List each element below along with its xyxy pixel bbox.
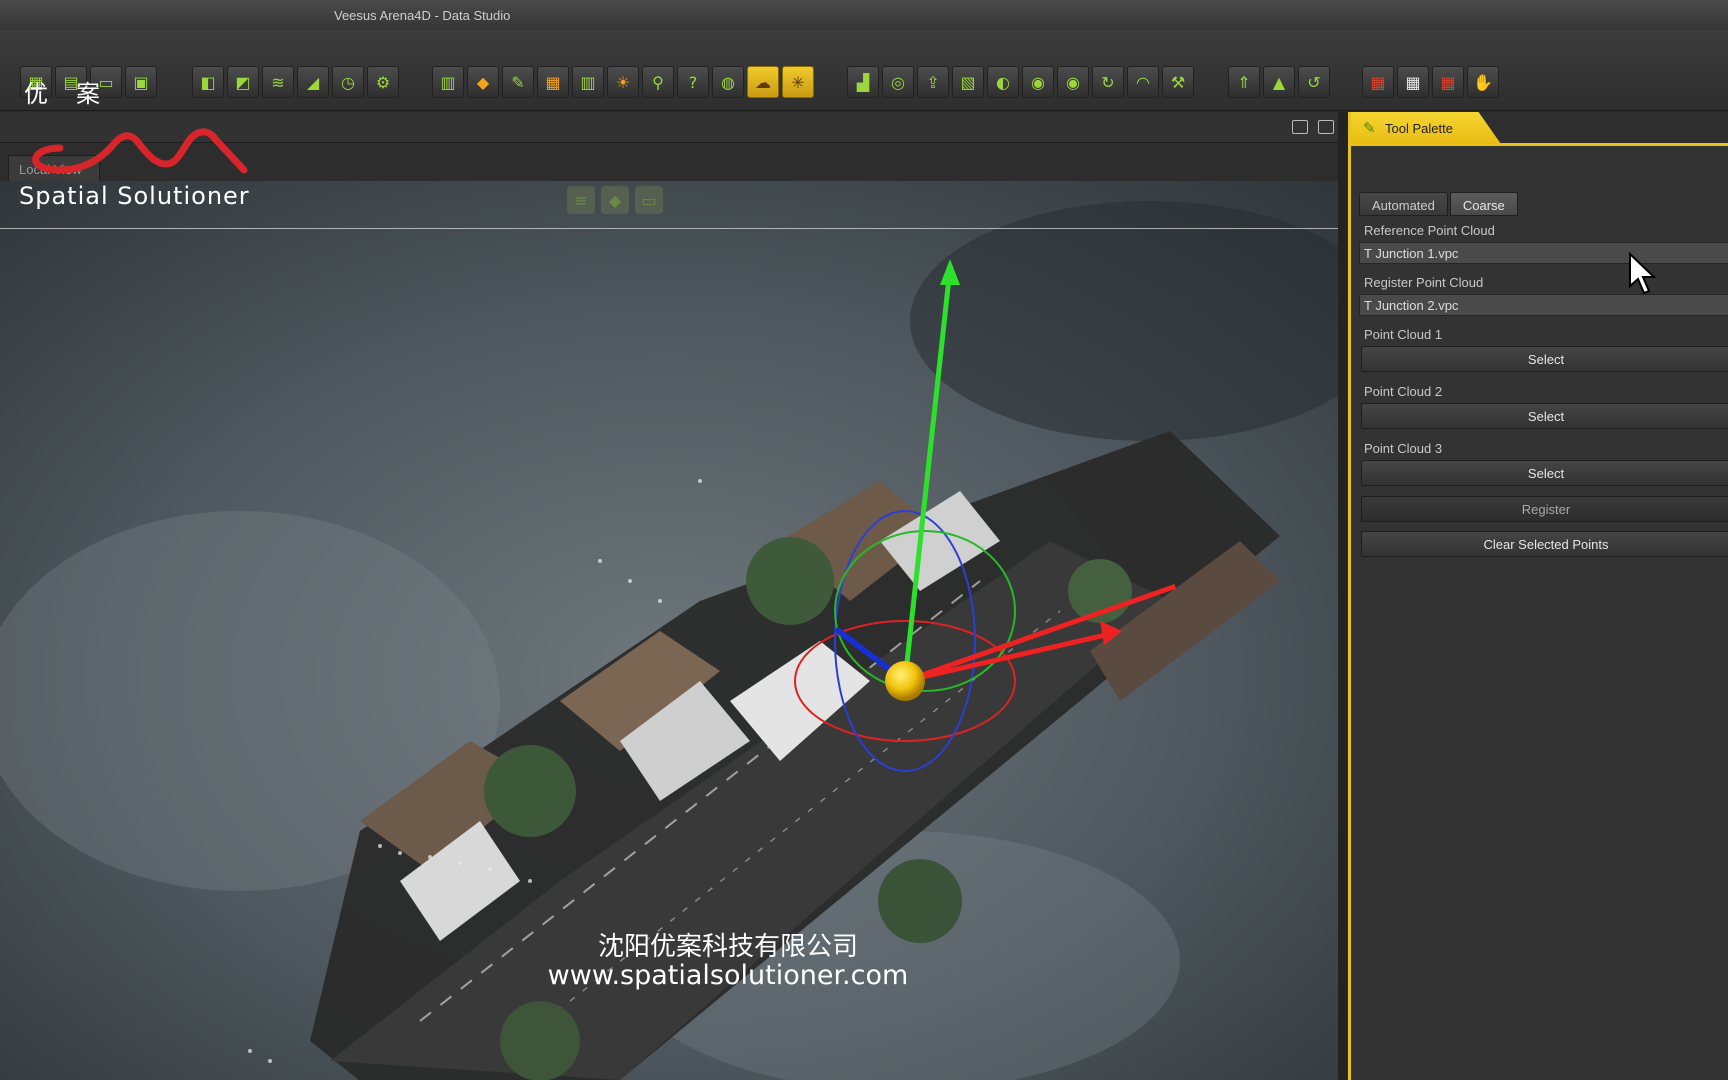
brush-icon[interactable]: ✎ xyxy=(502,66,534,98)
register-cloud-label: Register Point Cloud xyxy=(1364,275,1484,290)
clear-selected-points-button[interactable]: Clear Selected Points xyxy=(1361,531,1728,557)
reference-cloud-field[interactable]: T Junction 1.vpc xyxy=(1359,242,1728,264)
watermark-company-text: 沈阳优案科技有限公司 xyxy=(597,932,858,962)
point-cloud-3-select-button[interactable]: Select xyxy=(1361,460,1728,486)
viewport-divider xyxy=(0,228,1338,229)
tool-palette-label: Tool Palette xyxy=(1385,121,1453,136)
grid-icon[interactable]: ▦ xyxy=(537,66,569,98)
grid-red-icon[interactable]: ▦ xyxy=(1362,66,1394,98)
toolbar-group-tools: ▟ ◎ ⇪ ▧ ◐ ◉ ◉ ↻ ◠ ⚒ xyxy=(847,66,1194,98)
watermark-url-text: www.spatialsolutioner.com xyxy=(547,960,909,991)
publish-icon[interactable]: ▣ xyxy=(125,66,157,98)
point-cloud-2-select-button[interactable]: Select xyxy=(1361,403,1728,429)
point-cloud-1-label: Point Cloud 1 xyxy=(1364,327,1443,342)
up-icon[interactable]: ▲ xyxy=(1263,66,1295,98)
globe-icon[interactable]: ◍ xyxy=(712,66,744,98)
toolbar-group-grid: ▦ ▦ ▦ ✋ xyxy=(1362,66,1499,98)
reference-cloud-label: Reference Point Cloud xyxy=(1364,223,1495,238)
viewport-overlay-tools: ≡ ◆ ▭ xyxy=(567,186,663,214)
hand-icon[interactable]: ✋ xyxy=(1467,66,1499,98)
undo-icon[interactable]: ↺ xyxy=(1298,66,1330,98)
compass-icon[interactable]: ◐ xyxy=(987,66,1019,98)
tab-coarse[interactable]: Coarse xyxy=(1449,192,1518,216)
tab-automated[interactable]: Automated xyxy=(1359,192,1448,216)
main-toolbar: ▦ ▤ ▭ ▣ ◧ ◩ ≋ ◢ ◷ ⚙ ▥ ◆ ✎ ▦ ▥ ☀ ⚲? ◍ ☁ ✳ ▟ ◎ ⇪ ▧ ◐ ◉ ◉ ↻ ◠ ⚒ ⇑ ▲ ↺ ▦… xyxy=(0,30,1728,111)
mouse-cursor-icon xyxy=(1628,251,1657,301)
cloud-icon[interactable]: ☁ xyxy=(747,66,779,98)
printer-icon[interactable]: ▭ xyxy=(635,186,663,214)
target-icon[interactable]: ◎ xyxy=(882,66,914,98)
panel-splitter[interactable] xyxy=(1338,112,1348,1080)
sphere-icon[interactable]: ◉ xyxy=(1022,66,1054,98)
tool-palette-icon: ✎ xyxy=(1363,119,1376,137)
undock-icon[interactable] xyxy=(1292,120,1308,134)
rss-icon[interactable]: ◩ xyxy=(227,66,259,98)
toolbar-group-view: ▥ ◆ ✎ ▦ ▥ ☀ ⚲? ◍ ☁ ✳ xyxy=(432,66,814,98)
maximize-icon[interactable] xyxy=(1318,120,1334,134)
mesh-icon[interactable]: ▧ xyxy=(952,66,984,98)
database-icon[interactable]: ≡ xyxy=(567,186,595,214)
register-cloud-field[interactable]: T Junction 2.vpc xyxy=(1359,294,1728,316)
upload-icon[interactable]: ⇪ xyxy=(917,66,949,98)
registration-subtabs: Automated Coarse xyxy=(1359,192,1518,216)
point-cloud-2-label: Point Cloud 2 xyxy=(1364,384,1443,399)
logo-chinese: 优案 xyxy=(24,80,128,108)
toolbar-group-data: ◧ ◩ ≋ ◢ ◷ ⚙ xyxy=(192,66,399,98)
point-cloud-1-select-button[interactable]: Select xyxy=(1361,346,1728,372)
tool-palette-panel: ✎ Tool Palette Automated Coarse Referenc… xyxy=(1348,112,1728,1080)
sun-icon[interactable]: ☀ xyxy=(607,66,639,98)
map-icon[interactable]: ◧ xyxy=(192,66,224,98)
tools-icon[interactable]: ⚒ xyxy=(1162,66,1194,98)
toolbar-group-navigation: ⇑ ▲ ↺ xyxy=(1228,66,1330,98)
title-bar: Veesus Arena4D - Data Studio xyxy=(0,0,1728,31)
tab-tool-palette[interactable]: ✎ Tool Palette xyxy=(1351,112,1501,144)
up-arrow-icon[interactable]: ⇑ xyxy=(1228,66,1260,98)
help-icon[interactable]: ? xyxy=(677,66,709,98)
window-title: Veesus Arena4D - Data Studio xyxy=(334,8,511,23)
sliders-icon[interactable]: ▥ xyxy=(572,66,604,98)
clock-icon[interactable]: ◷ xyxy=(332,66,364,98)
headset-icon[interactable]: ◠ xyxy=(1127,66,1159,98)
blocks-icon[interactable]: ▟ xyxy=(847,66,879,98)
eye-icon[interactable]: ◉ xyxy=(1057,66,1089,98)
grid-white-icon[interactable]: ▦ xyxy=(1397,66,1429,98)
grid-select-icon[interactable]: ▦ xyxy=(1432,66,1464,98)
zoom-icon[interactable]: ⚲ xyxy=(642,66,674,98)
logo-text: Spatial Solutioner xyxy=(19,182,250,210)
stack-icon[interactable]: ≋ xyxy=(262,66,294,98)
crosshair-icon[interactable]: ✳ xyxy=(782,66,814,98)
point-cloud-3-label: Point Cloud 3 xyxy=(1364,441,1443,456)
register-button[interactable]: Register xyxy=(1361,496,1728,522)
profile-icon[interactable]: ◢ xyxy=(297,66,329,98)
paint-bucket-icon[interactable]: ◆ xyxy=(601,186,629,214)
paint-icon[interactable]: ◆ xyxy=(467,66,499,98)
settings-icon[interactable]: ⚙ xyxy=(367,66,399,98)
chart-icon[interactable]: ▥ xyxy=(432,66,464,98)
refresh-icon[interactable]: ↻ xyxy=(1092,66,1124,98)
logo-mark xyxy=(20,118,250,185)
